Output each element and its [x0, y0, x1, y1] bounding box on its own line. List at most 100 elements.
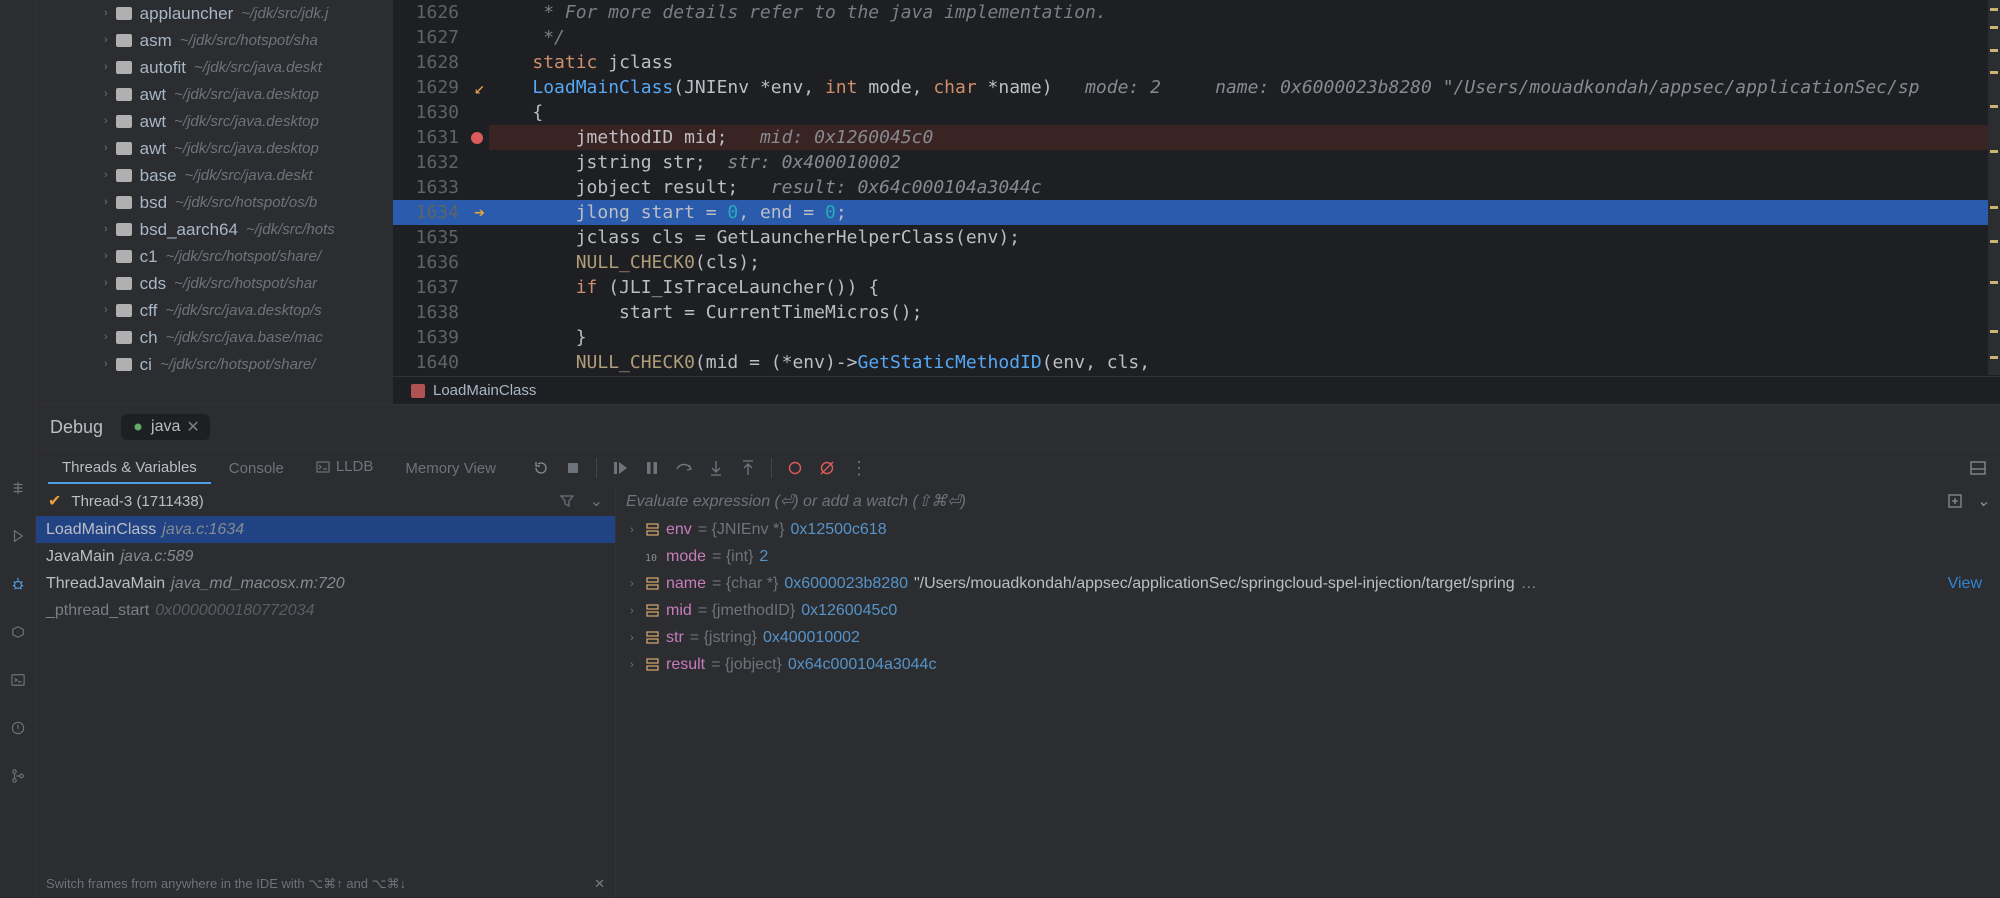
- code-line[interactable]: 1640 NULL_CHECK0(mid = (*env)->GetStatic…: [393, 350, 2000, 375]
- vcs-icon[interactable]: [8, 766, 28, 786]
- close-icon[interactable]: ✕: [186, 417, 199, 437]
- chevron-down-icon[interactable]: ⌄: [590, 491, 603, 511]
- tree-folder[interactable]: › awt ~/jdk/src/java.desktop: [36, 108, 393, 135]
- minimap[interactable]: [1988, 0, 2000, 375]
- services-icon[interactable]: [8, 622, 28, 642]
- code-line[interactable]: 1633 jobject result; result: 0x64c000104…: [393, 175, 2000, 200]
- debug-tab[interactable]: Console: [215, 454, 298, 483]
- folder-icon: [116, 115, 132, 128]
- folder-icon: [116, 358, 132, 371]
- stack-frame[interactable]: JavaMain java.c:589: [36, 543, 615, 570]
- debug-tab[interactable]: Memory View: [391, 454, 510, 483]
- code-line[interactable]: 1637 if (JLI_IsTraceLauncher()) {: [393, 275, 2000, 300]
- breadcrumb[interactable]: LoadMainClass: [393, 376, 2000, 404]
- problems-icon[interactable]: [8, 718, 28, 738]
- code-line[interactable]: 1628 static jclass: [393, 50, 2000, 75]
- more-icon[interactable]: ⋮: [850, 459, 868, 477]
- tree-folder[interactable]: › ch ~/jdk/src/java.base/mac: [36, 324, 393, 351]
- chevron-right-icon: ›: [104, 304, 108, 316]
- debug-tab[interactable]: Threads & Variables: [48, 453, 211, 484]
- variable-row[interactable]: › name = {char *} 0x6000023b8280 "/Users…: [616, 570, 2000, 597]
- code-line[interactable]: 1639 }: [393, 325, 2000, 350]
- folder-icon: [116, 196, 132, 209]
- variable-row[interactable]: › env = {JNIEnv *} 0x12500c618: [616, 516, 2000, 543]
- chevron-right-icon: ›: [104, 88, 108, 100]
- code-line[interactable]: 1635 jclass cls = GetLauncherHelperClass…: [393, 225, 2000, 250]
- breakpoint-icon[interactable]: [471, 132, 483, 144]
- code-editor[interactable]: 1626 * For more details refer to the jav…: [393, 0, 2000, 404]
- chevron-right-icon: ›: [104, 169, 108, 181]
- code-line[interactable]: 1631 jmethodID mid; mid: 0x1260045c0: [393, 125, 2000, 150]
- svg-text:10: 10: [645, 553, 657, 564]
- variable-icon: [644, 522, 660, 538]
- tree-folder[interactable]: › base ~/jdk/src/java.deskt: [36, 162, 393, 189]
- tree-folder[interactable]: › bsd ~/jdk/src/hotspot/os/b: [36, 189, 393, 216]
- stack-frame[interactable]: _pthread_start 0x0000000180772034: [36, 597, 615, 624]
- step-over-icon[interactable]: [675, 459, 693, 477]
- folder-icon: [116, 61, 132, 74]
- chevron-right-icon: ›: [104, 115, 108, 127]
- tree-folder[interactable]: › autofit ~/jdk/src/java.deskt: [36, 54, 393, 81]
- step-into-icon[interactable]: [707, 459, 725, 477]
- chevron-down-icon[interactable]: ⌄: [1977, 491, 1990, 511]
- close-icon[interactable]: ✕: [594, 876, 605, 892]
- variable-row[interactable]: › result = {jobject} 0x64c000104a3044c: [616, 651, 2000, 678]
- chevron-right-icon: ›: [626, 578, 638, 590]
- frames-hint: Switch frames from anywhere in the IDE w…: [36, 870, 615, 898]
- execution-arrow-icon: ➔: [474, 200, 485, 225]
- code-line[interactable]: 1627 */: [393, 25, 2000, 50]
- debug-tab[interactable]: LLDB: [302, 452, 388, 484]
- stop-icon[interactable]: [564, 459, 582, 477]
- code-line[interactable]: 1630 {: [393, 100, 2000, 125]
- chevron-right-icon: ›: [626, 632, 638, 644]
- folder-icon: [116, 7, 132, 20]
- chevron-right-icon: ›: [104, 196, 108, 208]
- chevron-right-icon: ›: [104, 223, 108, 235]
- pause-icon[interactable]: [643, 459, 661, 477]
- tree-folder[interactable]: › bsd_aarch64 ~/jdk/src/hots: [36, 216, 393, 243]
- evaluate-input[interactable]: Evaluate expression (⏎) or add a watch (…: [616, 486, 2000, 516]
- mute-breakpoints-icon[interactable]: [818, 459, 836, 477]
- tree-folder[interactable]: › awt ~/jdk/src/java.desktop: [36, 135, 393, 162]
- view-link[interactable]: View: [1948, 575, 1982, 593]
- add-watch-icon[interactable]: [1947, 493, 1963, 509]
- chevron-right-icon: ›: [104, 250, 108, 262]
- view-breakpoints-icon[interactable]: [786, 459, 804, 477]
- variable-row[interactable]: › str = {jstring} 0x400010002: [616, 624, 2000, 651]
- variable-row[interactable]: › mid = {jmethodID} 0x1260045c0: [616, 597, 2000, 624]
- code-line[interactable]: 1632 jstring str; str: 0x400010002: [393, 150, 2000, 175]
- project-tree[interactable]: › applauncher ~/jdk/src/jdk.j› asm ~/jdk…: [36, 0, 393, 404]
- code-line[interactable]: 1638 start = CurrentTimeMicros();: [393, 300, 2000, 325]
- rerun-icon[interactable]: [532, 459, 550, 477]
- chevron-right-icon: ›: [104, 358, 108, 370]
- stack-frame[interactable]: ThreadJavaMain java_md_macosx.m:720: [36, 570, 615, 597]
- resume-icon[interactable]: [611, 459, 629, 477]
- code-line[interactable]: 1629↙ LoadMainClass(JNIEnv *env, int mod…: [393, 75, 2000, 100]
- chevron-right-icon: ›: [104, 34, 108, 46]
- tree-folder[interactable]: › ci ~/jdk/src/hotspot/share/: [36, 351, 393, 378]
- tree-folder[interactable]: › awt ~/jdk/src/java.desktop: [36, 81, 393, 108]
- layout-icon[interactable]: [1970, 460, 1986, 476]
- folder-icon: [116, 223, 132, 236]
- debug-icon[interactable]: [8, 574, 28, 594]
- variable-row[interactable]: 10 mode = {int} 2: [616, 543, 2000, 570]
- code-line[interactable]: 1636 NULL_CHECK0(cls);: [393, 250, 2000, 275]
- tree-folder[interactable]: › cds ~/jdk/src/hotspot/shar: [36, 270, 393, 297]
- tree-folder[interactable]: › applauncher ~/jdk/src/jdk.j: [36, 0, 393, 27]
- step-out-icon[interactable]: [739, 459, 757, 477]
- terminal-icon[interactable]: [8, 670, 28, 690]
- tree-folder[interactable]: › asm ~/jdk/src/hotspot/sha: [36, 27, 393, 54]
- variable-icon: [644, 603, 660, 619]
- thread-selector[interactable]: ✔ Thread-3 (1711438) ⌄: [36, 486, 615, 516]
- tree-folder[interactable]: › cff ~/jdk/src/java.desktop/s: [36, 297, 393, 324]
- code-line[interactable]: 1634➔ jlong start = 0, end = 0;: [393, 200, 2000, 225]
- breadcrumb-text: LoadMainClass: [433, 382, 536, 399]
- stack-frame[interactable]: LoadMainClass java.c:1634: [36, 516, 615, 543]
- code-line[interactable]: 1626 * For more details refer to the jav…: [393, 0, 2000, 25]
- chevron-right-icon: ›: [626, 605, 638, 617]
- structure-icon[interactable]: [8, 478, 28, 498]
- run-config-chip[interactable]: java ✕: [121, 414, 210, 440]
- filter-icon[interactable]: [560, 494, 574, 508]
- run-icon[interactable]: [8, 526, 28, 546]
- tree-folder[interactable]: › c1 ~/jdk/src/hotspot/share/: [36, 243, 393, 270]
